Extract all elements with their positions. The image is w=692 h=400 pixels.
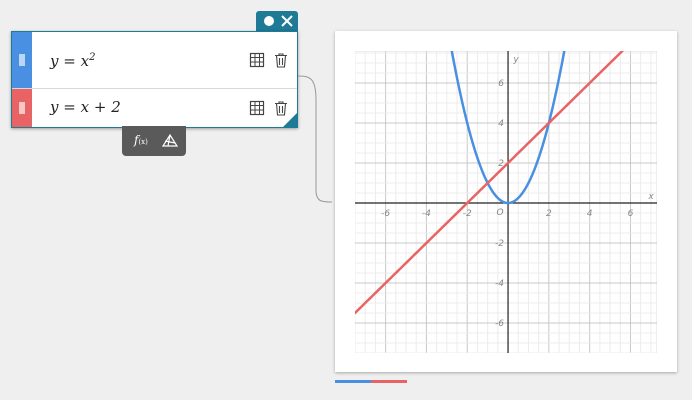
y-tick-label: 4 — [498, 119, 504, 129]
panel-tab — [256, 11, 298, 31]
expr-rhs: x + 2 — [80, 98, 121, 116]
y-tick-label: -2 — [495, 239, 504, 249]
x-tick-label: 2 — [546, 209, 552, 219]
series-2-indicator[interactable] — [371, 380, 407, 383]
x-tick-label: -6 — [381, 209, 390, 219]
expression-panel: y = x2 y = x + 2 — [11, 31, 298, 128]
function-toolbar: f(x) — [122, 126, 186, 156]
geometry-icon[interactable] — [162, 134, 178, 148]
origin-label: O — [496, 208, 503, 218]
x-tick-label: 4 — [587, 209, 593, 219]
drag-handle[interactable] — [12, 89, 32, 127]
close-icon[interactable] — [280, 14, 294, 28]
expression-text[interactable]: y = x + 2 — [50, 98, 121, 116]
expr-lhs: y — [50, 98, 59, 116]
trash-icon[interactable] — [273, 52, 289, 68]
expression-row-1[interactable]: y = x2 — [12, 32, 297, 89]
drag-handle[interactable] — [12, 32, 32, 88]
y-tick-label: -4 — [495, 279, 504, 289]
x-tick-label: -4 — [422, 209, 431, 219]
table-icon[interactable] — [249, 100, 265, 116]
expression-text[interactable]: y = x2 — [50, 52, 95, 70]
x-axis-label: x — [647, 192, 654, 202]
grip-icon — [19, 54, 25, 66]
x-tick-label: 6 — [628, 209, 634, 219]
grip-icon — [19, 102, 25, 114]
y-axis-label: y — [512, 55, 519, 65]
fx-sub: (x) — [138, 138, 148, 146]
expr-lhs: y — [50, 52, 59, 70]
table-icon[interactable] — [249, 52, 265, 68]
record-dot-icon[interactable] — [264, 16, 274, 26]
series-1-indicator[interactable] — [335, 380, 371, 383]
expr-eq: = — [63, 98, 76, 116]
graph-canvas[interactable]: -6 -4 -2 2 4 6642-2-4-6xyO — [355, 51, 657, 353]
y-tick-label: -6 — [495, 319, 504, 329]
resize-corner[interactable] — [283, 113, 297, 127]
function-button[interactable]: f(x) — [134, 133, 148, 147]
expr-eq: = — [63, 52, 76, 70]
expr-exponent: 2 — [89, 52, 96, 63]
x-tick-label: -2 — [463, 209, 472, 219]
expression-row-2[interactable]: y = x + 2 — [12, 89, 297, 127]
graph-panel[interactable]: -6 -4 -2 2 4 6 6 4 2 -2 -4 -6 x y O — [335, 31, 677, 372]
connector-line — [297, 75, 333, 203]
expr-rhs: x — [80, 52, 90, 70]
y-tick-label: 6 — [498, 79, 504, 89]
